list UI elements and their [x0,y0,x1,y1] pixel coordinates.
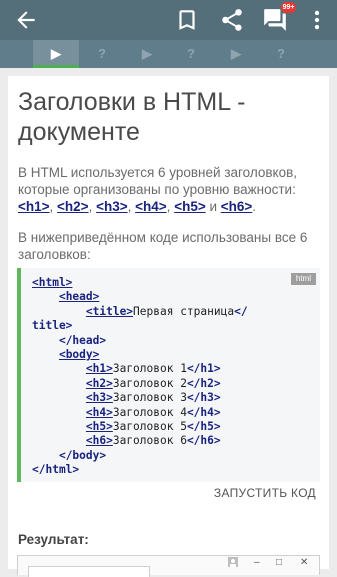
lesson-progress-bar: ▶ ? ▶ ? ▶ ? [0,40,337,68]
code-language-badge: html [290,273,316,285]
code-tag: </h2> [186,376,221,390]
comments-badge: 99+ [281,2,296,13]
lesson-card: Заголовки в HTML - документе В HTML испо… [8,76,329,577]
play-icon: ▶ [142,46,152,61]
code-tag[interactable]: <h2> [86,377,113,390]
progress-step-lesson[interactable]: ▶ [213,40,259,68]
conjunction: и [205,199,221,214]
code-tag: </head> [58,333,107,347]
code-tag: </h5> [186,420,221,434]
code-tag[interactable]: <title> [86,305,133,318]
separator: , [88,199,97,214]
code-tag[interactable]: <h1> [86,362,113,375]
code-tag[interactable]: <html> [32,276,72,289]
progress-step-quiz[interactable]: ? [258,40,304,68]
code-tag[interactable]: <h6> [86,434,113,447]
lesson-paragraph-levels: В HTML используется 6 уровней заголовков… [18,164,323,215]
question-icon: ? [98,46,106,61]
code-text: Заголовок 1 [112,362,187,376]
code-tag: </html> [32,463,80,477]
run-code-button[interactable]: ЗАПУСТИТЬ КОД [214,486,316,500]
code-tag: </h6> [186,434,221,448]
bookmark-icon[interactable] [174,7,200,33]
progress-current-indicator [33,65,79,68]
code-tag[interactable]: <body> [59,348,99,361]
result-preview-window: – □ ✕ [17,555,320,577]
tag-link-h3[interactable]: <h3> [96,199,128,214]
play-icon: ▶ [51,46,61,61]
app-bar: 99+ [0,0,337,40]
code-text: Первая страница [133,304,235,318]
code-tag: </body> [58,448,107,462]
code-tag: title> [32,319,73,333]
arrow-back-icon[interactable] [13,7,39,33]
share-icon[interactable] [219,7,245,33]
code-block: html <html> <head> <title>Первая страниц… [17,268,320,482]
code-tag: </h3> [186,391,221,405]
separator: , [127,199,136,214]
code-text: Заголовок 2 [112,376,187,390]
lesson-paragraph-code-intro: В нижеприведённом коде использованы все … [18,230,308,262]
question-icon: ? [277,46,285,61]
code-text: Заголовок 6 [112,434,187,448]
progress-step-quiz[interactable]: ? [79,40,125,68]
close-icon[interactable]: ✕ [300,557,308,569]
code-tag[interactable]: <head> [59,290,99,303]
question-icon: ? [187,46,195,61]
code-text: Заголовок 5 [112,420,187,434]
code-tag[interactable]: <h5> [86,420,113,433]
code-tag: </h1> [186,362,221,376]
code-tag: </h4> [186,405,221,419]
progress-step-lesson[interactable]: ▶ [124,40,170,68]
progress-step-lesson-current[interactable]: ▶ [33,40,79,68]
code-tag[interactable]: <h3> [86,391,113,404]
maximize-icon[interactable]: □ [276,557,282,569]
separator: , [49,199,58,214]
tag-link-h5[interactable]: <h5> [174,199,206,214]
tag-link-h2[interactable]: <h2> [57,199,89,214]
more-vert-icon[interactable] [304,7,330,33]
tag-link-h6[interactable]: <h6> [221,199,253,214]
result-label: Результат: [18,532,89,547]
tag-link-h4[interactable]: <h4> [135,199,167,214]
code-text: Заголовок 4 [112,405,187,419]
tag-link-h1[interactable]: <h1> [18,199,50,214]
minimize-icon[interactable]: – [254,557,260,569]
lesson-title: Заголовки в HTML - документе [18,88,246,146]
code-tag: </ [234,304,248,318]
progress-step-quiz[interactable]: ? [168,40,214,68]
result-window-tab [28,566,150,577]
period: . [252,199,257,214]
code-tag[interactable]: <h4> [86,406,113,419]
code-text: Заголовок 3 [112,391,187,405]
code-content: <html> <head> <title>Первая страница</ t… [32,276,248,478]
play-icon: ▶ [231,46,241,61]
paragraph-text: В HTML используется 6 уровней заголовков… [18,165,298,197]
